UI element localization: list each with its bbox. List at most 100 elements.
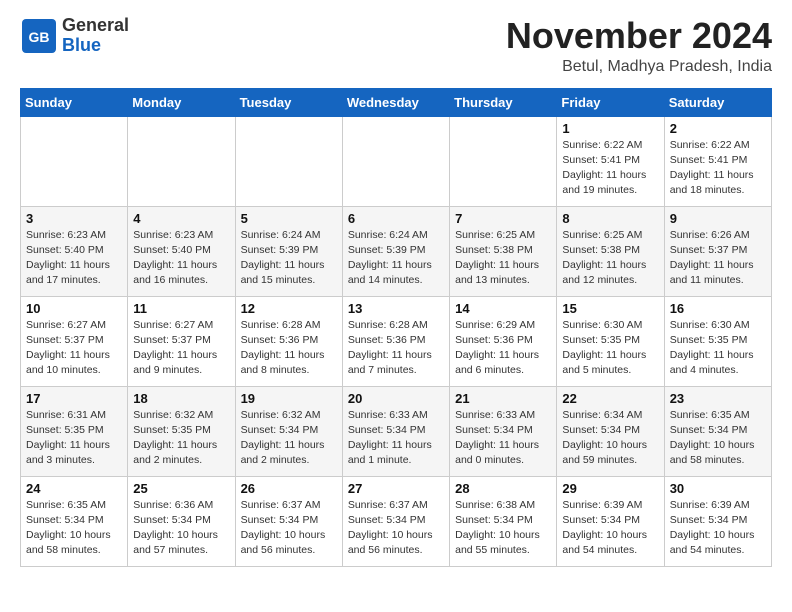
day-number: 12 — [241, 301, 337, 316]
day-number: 20 — [348, 391, 444, 406]
column-header-wednesday: Wednesday — [342, 88, 449, 116]
calendar-cell: 21 Sunrise: 6:33 AM Sunset: 5:34 PM Dayli… — [450, 386, 557, 476]
day-detail: Sunrise: 6:23 AM Sunset: 5:40 PM Dayligh… — [133, 228, 229, 289]
column-header-tuesday: Tuesday — [235, 88, 342, 116]
calendar-cell: 11 Sunrise: 6:27 AM Sunset: 5:37 PM Dayli… — [128, 296, 235, 386]
title-area: November 2024 Betul, Madhya Pradesh, Ind… — [506, 16, 772, 76]
logo: GB General Blue — [20, 16, 129, 56]
calendar-cell: 18 Sunrise: 6:32 AM Sunset: 5:35 PM Dayli… — [128, 386, 235, 476]
calendar-week-row: 24 Sunrise: 6:35 AM Sunset: 5:34 PM Dayli… — [21, 476, 772, 566]
calendar-cell: 8 Sunrise: 6:25 AM Sunset: 5:38 PM Daylig… — [557, 206, 664, 296]
day-number: 17 — [26, 391, 122, 406]
calendar-cell: 1 Sunrise: 6:22 AM Sunset: 5:41 PM Daylig… — [557, 116, 664, 206]
day-number: 29 — [562, 481, 658, 496]
calendar-cell — [128, 116, 235, 206]
calendar-cell: 26Sunrise: 6:37 AM Sunset: 5:34 PM Dayli… — [235, 476, 342, 566]
day-detail: Sunrise: 6:32 AM Sunset: 5:35 PM Dayligh… — [133, 408, 229, 469]
day-number: 1 — [562, 121, 658, 136]
day-number: 18 — [133, 391, 229, 406]
day-number: 24 — [26, 481, 122, 496]
location: Betul, Madhya Pradesh, India — [506, 58, 772, 76]
calendar-cell: 10Sunrise: 6:27 AM Sunset: 5:37 PM Dayli… — [21, 296, 128, 386]
logo-blue: Blue — [62, 36, 129, 56]
calendar-cell: 25 Sunrise: 6:36 AM Sunset: 5:34 PM Dayli… — [128, 476, 235, 566]
day-detail: Sunrise: 6:33 AM Sunset: 5:34 PM Dayligh… — [455, 408, 551, 469]
day-detail: Sunrise: 6:28 AM Sunset: 5:36 PM Dayligh… — [241, 318, 337, 379]
calendar-cell: 3Sunrise: 6:23 AM Sunset: 5:40 PM Daylig… — [21, 206, 128, 296]
calendar-cell: 17 Sunrise: 6:31 AM Sunset: 5:35 PM Dayli… — [21, 386, 128, 476]
calendar-cell: 29 Sunrise: 6:39 AM Sunset: 5:34 PM Dayli… — [557, 476, 664, 566]
day-detail: Sunrise: 6:35 AM Sunset: 5:34 PM Dayligh… — [670, 408, 766, 469]
calendar-cell: 14Sunrise: 6:29 AM Sunset: 5:36 PM Dayli… — [450, 296, 557, 386]
calendar-cell — [235, 116, 342, 206]
day-detail: Sunrise: 6:25 AM Sunset: 5:38 PM Dayligh… — [455, 228, 551, 289]
day-number: 11 — [133, 301, 229, 316]
day-detail: Sunrise: 6:37 AM Sunset: 5:34 PM Dayligh… — [241, 498, 337, 559]
day-detail: Sunrise: 6:33 AM Sunset: 5:34 PM Dayligh… — [348, 408, 444, 469]
calendar-cell: 4 Sunrise: 6:23 AM Sunset: 5:40 PM Daylig… — [128, 206, 235, 296]
day-detail: Sunrise: 6:30 AM Sunset: 5:35 PM Dayligh… — [670, 318, 766, 379]
day-detail: Sunrise: 6:34 AM Sunset: 5:34 PM Dayligh… — [562, 408, 658, 469]
day-number: 8 — [562, 211, 658, 226]
day-detail: Sunrise: 6:22 AM Sunset: 5:41 PM Dayligh… — [562, 138, 658, 199]
day-detail: Sunrise: 6:28 AM Sunset: 5:36 PM Dayligh… — [348, 318, 444, 379]
day-detail: Sunrise: 6:27 AM Sunset: 5:37 PM Dayligh… — [133, 318, 229, 379]
day-detail: Sunrise: 6:31 AM Sunset: 5:35 PM Dayligh… — [26, 408, 122, 469]
day-number: 22 — [562, 391, 658, 406]
calendar-cell: 20 Sunrise: 6:33 AM Sunset: 5:34 PM Dayli… — [342, 386, 449, 476]
logo-icon: GB — [20, 17, 58, 55]
calendar-cell: 7 Sunrise: 6:25 AM Sunset: 5:38 PM Daylig… — [450, 206, 557, 296]
calendar-cell: 19 Sunrise: 6:32 AM Sunset: 5:34 PM Dayli… — [235, 386, 342, 476]
column-header-saturday: Saturday — [664, 88, 771, 116]
day-number: 27 — [348, 481, 444, 496]
calendar-cell — [342, 116, 449, 206]
calendar-cell — [21, 116, 128, 206]
day-detail: Sunrise: 6:36 AM Sunset: 5:34 PM Dayligh… — [133, 498, 229, 559]
calendar-week-row: 3Sunrise: 6:23 AM Sunset: 5:40 PM Daylig… — [21, 206, 772, 296]
calendar-cell: 5 Sunrise: 6:24 AM Sunset: 5:39 PM Daylig… — [235, 206, 342, 296]
column-header-friday: Friday — [557, 88, 664, 116]
calendar-table: SundayMondayTuesdayWednesdayThursdayFrid… — [20, 88, 772, 567]
calendar-cell: 24 Sunrise: 6:35 AM Sunset: 5:34 PM Dayli… — [21, 476, 128, 566]
day-detail: Sunrise: 6:30 AM Sunset: 5:35 PM Dayligh… — [562, 318, 658, 379]
day-detail: Sunrise: 6:37 AM Sunset: 5:34 PM Dayligh… — [348, 498, 444, 559]
day-detail: Sunrise: 6:23 AM Sunset: 5:40 PM Dayligh… — [26, 228, 122, 289]
calendar-week-row: 17 Sunrise: 6:31 AM Sunset: 5:35 PM Dayli… — [21, 386, 772, 476]
day-number: 2 — [670, 121, 766, 136]
month-title: November 2024 — [506, 16, 772, 56]
calendar-cell: 12 Sunrise: 6:28 AM Sunset: 5:36 PM Dayli… — [235, 296, 342, 386]
day-number: 7 — [455, 211, 551, 226]
day-number: 21 — [455, 391, 551, 406]
calendar-cell: 16 Sunrise: 6:30 AM Sunset: 5:35 PM Dayli… — [664, 296, 771, 386]
calendar-cell: 28Sunrise: 6:38 AM Sunset: 5:34 PM Dayli… — [450, 476, 557, 566]
day-detail: Sunrise: 6:39 AM Sunset: 5:34 PM Dayligh… — [670, 498, 766, 559]
svg-text:GB: GB — [29, 29, 50, 45]
day-number: 15 — [562, 301, 658, 316]
day-detail: Sunrise: 6:24 AM Sunset: 5:39 PM Dayligh… — [241, 228, 337, 289]
calendar-cell — [450, 116, 557, 206]
day-number: 5 — [241, 211, 337, 226]
calendar-cell: 9Sunrise: 6:26 AM Sunset: 5:37 PM Daylig… — [664, 206, 771, 296]
day-number: 16 — [670, 301, 766, 316]
day-detail: Sunrise: 6:29 AM Sunset: 5:36 PM Dayligh… — [455, 318, 551, 379]
logo-general: General — [62, 16, 129, 36]
column-header-thursday: Thursday — [450, 88, 557, 116]
day-number: 6 — [348, 211, 444, 226]
day-number: 25 — [133, 481, 229, 496]
day-number: 4 — [133, 211, 229, 226]
day-number: 13 — [348, 301, 444, 316]
calendar-cell: 13 Sunrise: 6:28 AM Sunset: 5:36 PM Dayli… — [342, 296, 449, 386]
calendar-cell: 23Sunrise: 6:35 AM Sunset: 5:34 PM Dayli… — [664, 386, 771, 476]
calendar-cell: 15 Sunrise: 6:30 AM Sunset: 5:35 PM Dayli… — [557, 296, 664, 386]
day-detail: Sunrise: 6:22 AM Sunset: 5:41 PM Dayligh… — [670, 138, 766, 199]
day-number: 30 — [670, 481, 766, 496]
calendar-cell: 27 Sunrise: 6:37 AM Sunset: 5:34 PM Dayli… — [342, 476, 449, 566]
day-detail: Sunrise: 6:39 AM Sunset: 5:34 PM Dayligh… — [562, 498, 658, 559]
calendar-cell: 30 Sunrise: 6:39 AM Sunset: 5:34 PM Dayli… — [664, 476, 771, 566]
column-header-sunday: Sunday — [21, 88, 128, 116]
column-header-monday: Monday — [128, 88, 235, 116]
day-detail: Sunrise: 6:25 AM Sunset: 5:38 PM Dayligh… — [562, 228, 658, 289]
day-detail: Sunrise: 6:32 AM Sunset: 5:34 PM Dayligh… — [241, 408, 337, 469]
day-detail: Sunrise: 6:35 AM Sunset: 5:34 PM Dayligh… — [26, 498, 122, 559]
day-number: 19 — [241, 391, 337, 406]
